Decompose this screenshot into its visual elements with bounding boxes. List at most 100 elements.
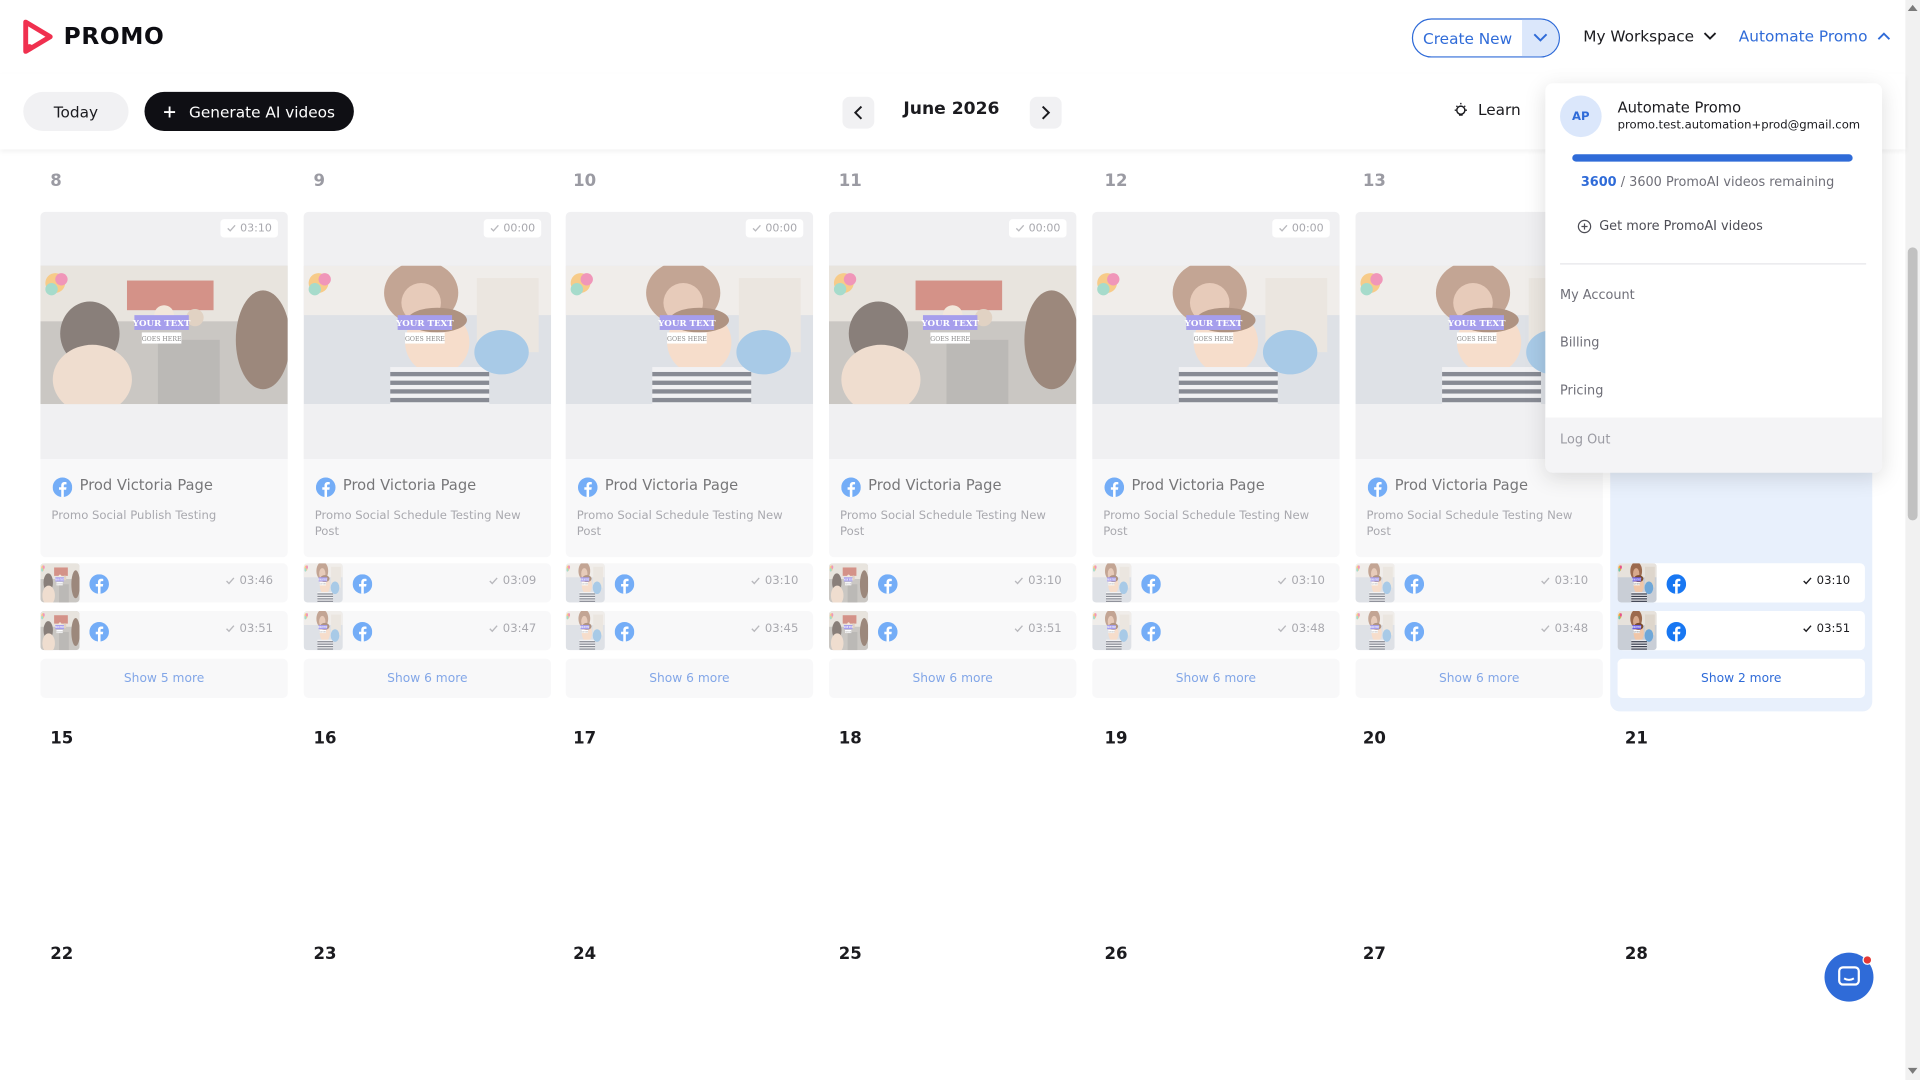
- post-summary[interactable]: Prod Victoria Page Promo Social Schedule …: [1355, 459, 1603, 558]
- scheduled-post-row[interactable]: YOUR TEXT GOES HERE 03:10: [565, 563, 814, 603]
- post-summary[interactable]: Prod Victoria Page Promo Social Schedule …: [303, 459, 552, 558]
- check-icon: [490, 224, 499, 232]
- scheduled-post-row[interactable]: YOUR TEXT GOES HERE 03:51: [828, 611, 1077, 651]
- get-more-videos-link[interactable]: Get more PromoAI videos: [1577, 219, 1763, 234]
- quota-remaining-text: 3600 / 3600 PromoAI videos remaining: [1581, 175, 1834, 190]
- video-duration-badge: 00:00: [745, 219, 804, 238]
- post-summary[interactable]: Prod Victoria Page Promo Social Schedule …: [1092, 459, 1340, 558]
- video-thumbnail[interactable]: YOUR TEXT GOES HERE 03:10: [40, 211, 288, 460]
- day-number: 23: [313, 944, 337, 964]
- post-time: 03:10: [1013, 574, 1062, 588]
- video-thumbnail[interactable]: YOUR TEXT GOES HERE 00:00: [1092, 211, 1340, 460]
- post-description: Promo Social Schedule Testing New Post: [840, 509, 1046, 539]
- scheduled-post-row[interactable]: YOUR TEXT GOES HERE 03:10: [828, 563, 1077, 603]
- chevron-down-icon: [1533, 33, 1548, 42]
- quota-used-value: 3600: [1580, 175, 1617, 190]
- account-menu-toggle[interactable]: Automate Promo: [1739, 27, 1891, 45]
- post-thumbnail: YOUR TEXT GOES HERE: [40, 611, 80, 651]
- scheduled-post-row[interactable]: YOUR TEXT GOES HERE 03:10: [1355, 563, 1603, 603]
- show-more-button[interactable]: Show 6 more: [1355, 658, 1603, 698]
- post-time-text: 03:45: [764, 622, 799, 636]
- svg-text:YOUR TEXT: YOUR TEXT: [132, 319, 191, 329]
- post-thumbnail: YOUR TEXT GOES HERE: [1092, 563, 1132, 603]
- learn-button[interactable]: Learn: [1452, 100, 1521, 119]
- menu-item-pricing[interactable]: Pricing: [1560, 383, 1603, 398]
- today-button[interactable]: Today: [23, 91, 129, 132]
- post-thumbnail-image: YOUR TEXTGOES HERE: [828, 611, 869, 651]
- menu-item-my-account[interactable]: My Account: [1560, 288, 1635, 303]
- workspace-selector[interactable]: My Workspace: [1583, 27, 1717, 45]
- facebook-icon: [1404, 622, 1425, 642]
- scheduled-post-row[interactable]: YOUR TEXT GOES HERE 03:09: [303, 563, 552, 603]
- scroll-down-arrow-icon[interactable]: [1907, 1067, 1918, 1075]
- create-new-button[interactable]: Create New: [1411, 18, 1561, 58]
- account-name: Automate Promo: [1617, 99, 1742, 117]
- quota-remaining-label: / 3600 PromoAI videos remaining: [1616, 175, 1835, 190]
- video-duration-badge: 00:00: [483, 219, 542, 238]
- scheduled-post-row[interactable]: YOUR TEXT GOES HERE 03:47: [303, 611, 552, 651]
- chevron-left-icon: [853, 105, 863, 120]
- previous-month-button[interactable]: [842, 96, 875, 129]
- scheduled-post-row[interactable]: YOUR TEXT GOES HERE 03:45: [565, 611, 814, 651]
- facebook-page-name: Prod Victoria Page: [868, 476, 1002, 494]
- show-more-button[interactable]: Show 6 more: [303, 658, 552, 698]
- show-more-button[interactable]: Show 6 more: [828, 658, 1077, 698]
- video-thumbnail[interactable]: YOUR TEXT GOES HERE 00:00: [828, 211, 1077, 460]
- menu-item-billing[interactable]: Billing: [1560, 336, 1599, 351]
- facebook-icon: [614, 622, 635, 642]
- post-thumbnail-image: YOUR TEXTGOES HERE: [303, 563, 343, 603]
- post-thumbnail: YOUR TEXT GOES HERE: [828, 563, 869, 603]
- post-thumbnail: YOUR TEXT GOES HERE: [303, 563, 343, 603]
- lightbulb-icon: [1454, 102, 1467, 116]
- scheduled-post-row[interactable]: YOUR TEXT GOES HERE 03:48: [1092, 611, 1340, 651]
- show-more-button[interactable]: Show 2 more: [1617, 658, 1865, 698]
- scrollbar-thumb[interactable]: [1907, 247, 1918, 521]
- video-thumbnail[interactable]: YOUR TEXT GOES HERE 00:00: [303, 211, 552, 460]
- facebook-icon: [89, 622, 109, 642]
- post-description: Promo Social Schedule Testing New Post: [1366, 509, 1573, 539]
- scheduled-post-row[interactable]: YOUR TEXT GOES HERE 03:10: [1617, 563, 1865, 603]
- generate-ai-videos-button[interactable]: Generate AI videos: [144, 91, 354, 132]
- scheduled-post-row[interactable]: YOUR TEXT GOES HERE 03:10: [1092, 563, 1340, 603]
- scheduled-post-row[interactable]: YOUR TEXT GOES HERE 03:51: [40, 611, 288, 651]
- post-summary[interactable]: Prod Victoria Page Promo Social Schedule …: [565, 459, 814, 558]
- post-time: 03:51: [225, 622, 273, 636]
- show-more-button[interactable]: Show 6 more: [565, 658, 814, 698]
- post-time: 03:47: [488, 622, 536, 636]
- scheduled-post-row[interactable]: YOUR TEXT GOES HERE 03:46: [40, 563, 288, 603]
- post-time: 03:10: [1540, 574, 1588, 588]
- show-more-button[interactable]: Show 6 more: [1092, 658, 1340, 698]
- check-icon: [227, 224, 236, 232]
- post-summary[interactable]: Prod Victoria Page Promo Social Publish T…: [40, 459, 288, 558]
- page-scrollbar[interactable]: [1905, 0, 1920, 1080]
- post-time-text: 03:10: [1816, 574, 1851, 588]
- show-more-button[interactable]: Show 5 more: [40, 658, 288, 698]
- post-time-text: 03:10: [1028, 574, 1062, 588]
- facebook-icon: [1141, 574, 1161, 594]
- video-thumbnail[interactable]: YOUR TEXT GOES HERE 00:00: [565, 211, 814, 460]
- get-more-videos-label: Get more PromoAI videos: [1599, 219, 1763, 234]
- scheduled-post-row[interactable]: YOUR TEXT GOES HERE 03:48: [1355, 611, 1603, 651]
- post-time: 03:51: [1013, 622, 1062, 636]
- check-icon: [225, 625, 234, 633]
- post-description: Promo Social Schedule Testing New Post: [1103, 509, 1310, 539]
- support-chat-button[interactable]: [1824, 952, 1874, 1002]
- post-time-text: 03:09: [502, 574, 537, 588]
- day-number: 27: [1362, 944, 1386, 964]
- current-month-label: June 2026: [903, 99, 1000, 119]
- app-root: PROMO Create New My Workspace Automate P…: [0, 0, 1920, 1080]
- facebook-page-name: Prod Victoria Page: [79, 476, 213, 494]
- post-time: 03:46: [225, 574, 273, 588]
- post-time-text: 03:48: [1554, 622, 1589, 636]
- create-new-dropdown-toggle[interactable]: [1522, 19, 1559, 57]
- scroll-up-arrow-icon[interactable]: [1907, 4, 1918, 12]
- brand-logo[interactable]: PROMO: [22, 19, 164, 54]
- facebook-icon: [315, 477, 336, 498]
- next-month-button[interactable]: [1029, 96, 1062, 129]
- workspace-label: My Workspace: [1583, 26, 1695, 46]
- menu-item-log-out[interactable]: Log Out: [1545, 417, 1883, 473]
- scheduled-post-row[interactable]: YOUR TEXT GOES HERE 03:51: [1617, 611, 1865, 651]
- post-time: 03:10: [1277, 574, 1325, 588]
- svg-text:YOUR TEXT: YOUR TEXT: [1369, 579, 1379, 581]
- post-summary[interactable]: Prod Victoria Page Promo Social Schedule …: [828, 459, 1077, 558]
